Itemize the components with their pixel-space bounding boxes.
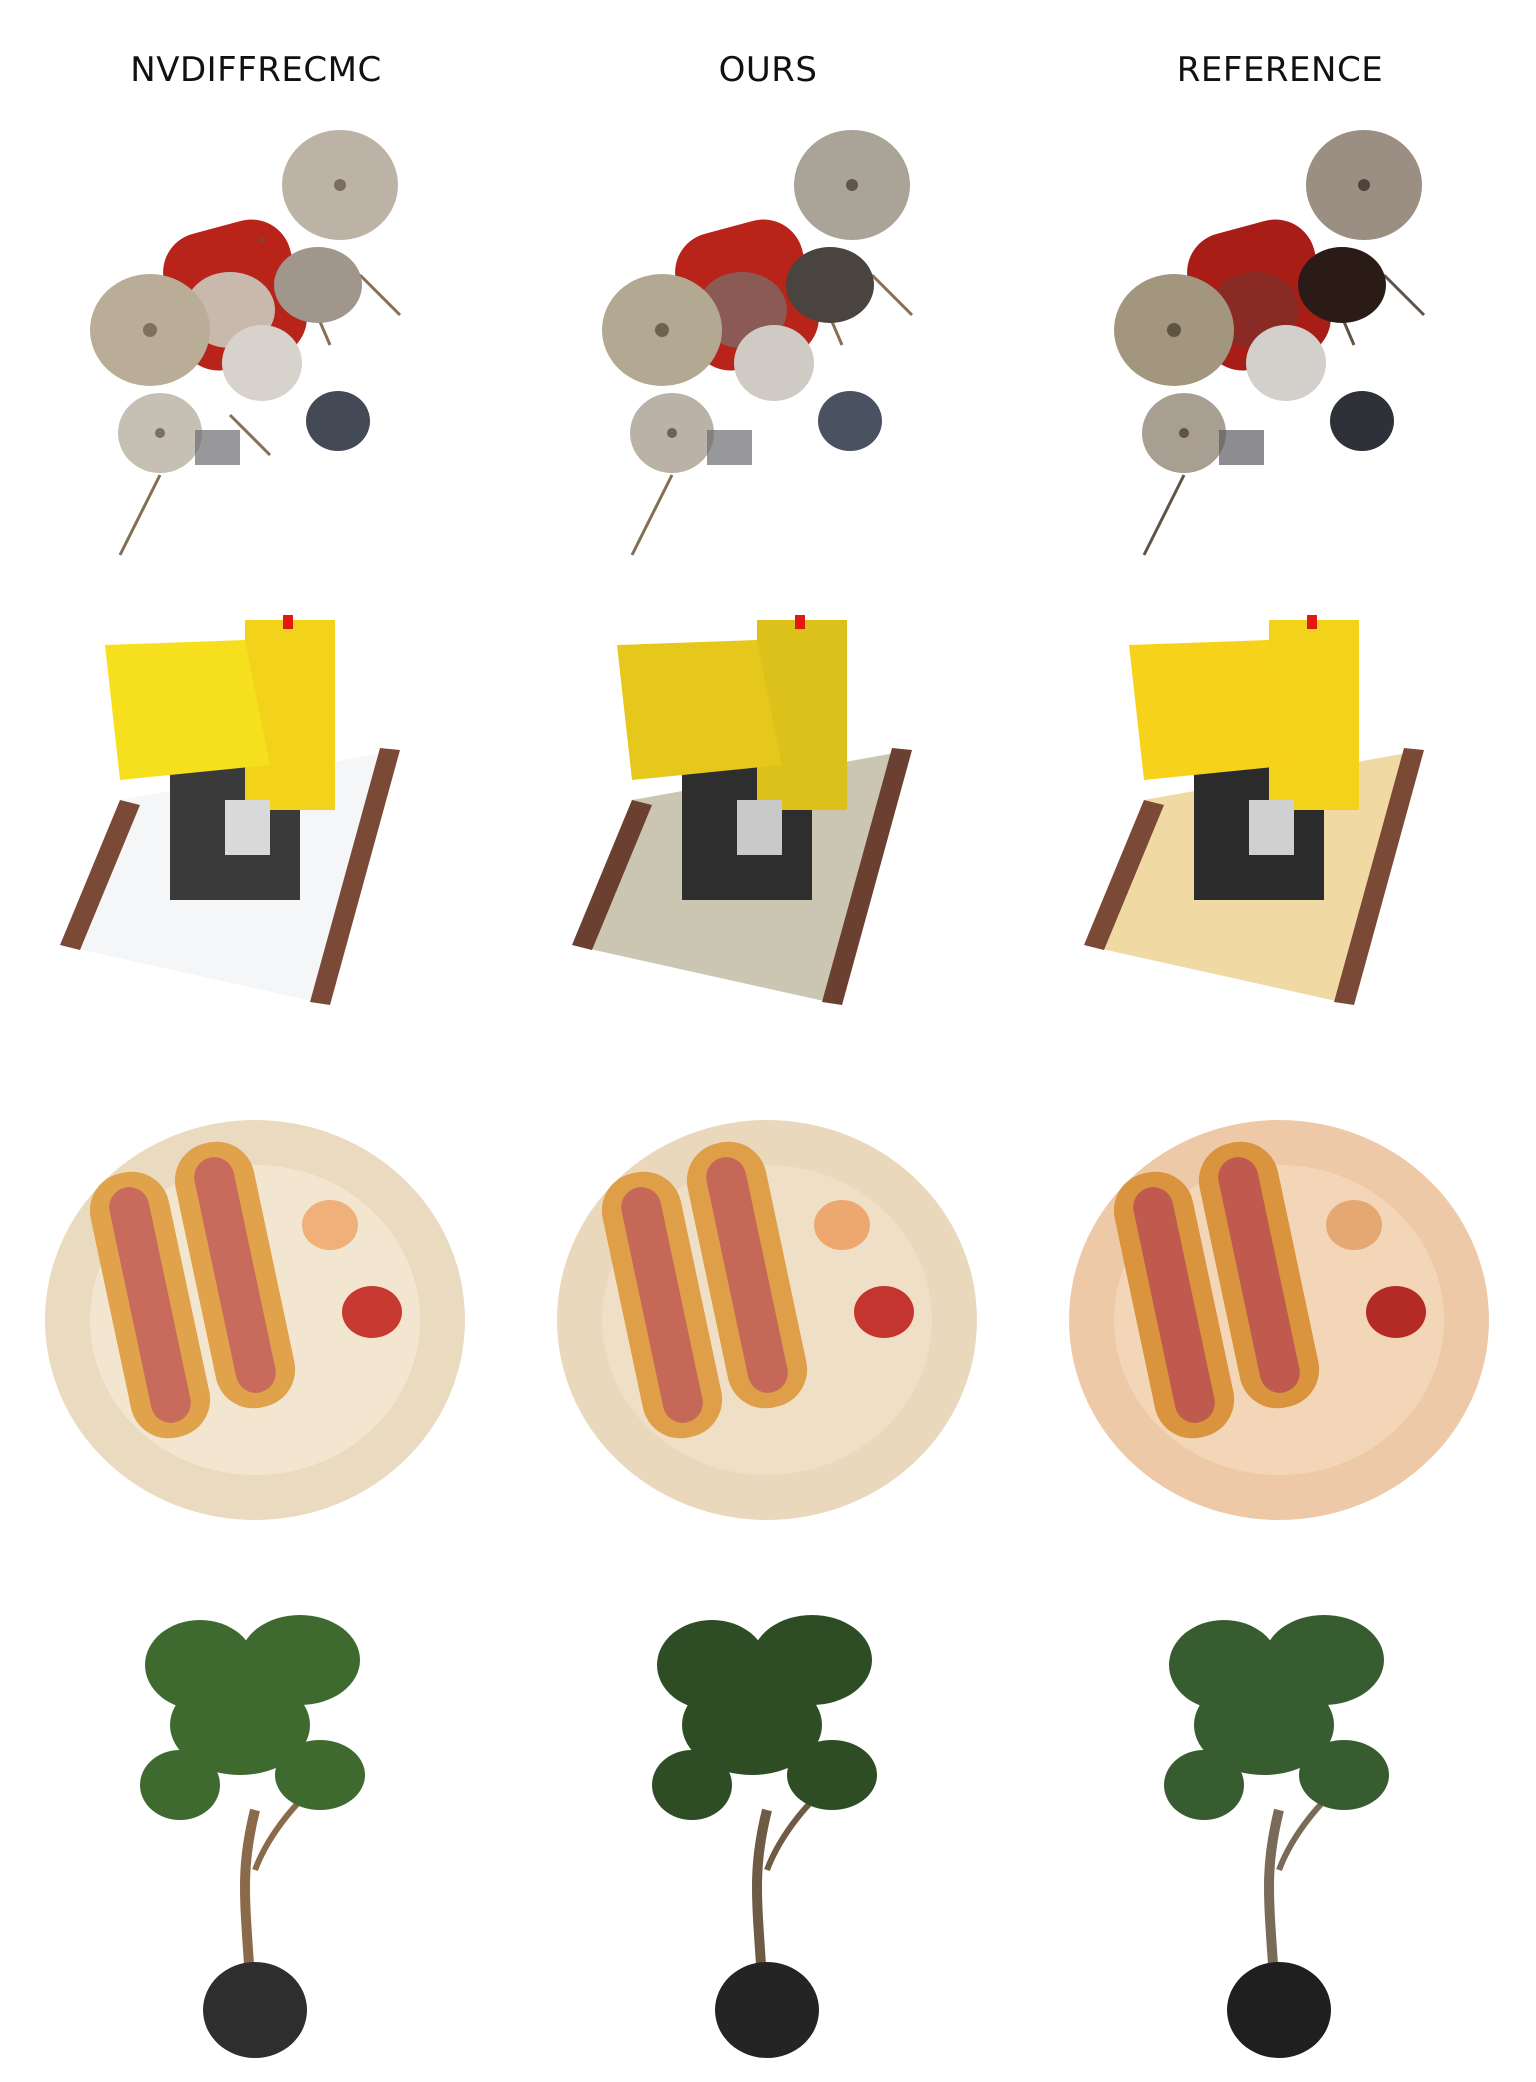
lego-ours-render xyxy=(512,600,1024,1112)
column-header-nvdiffrecmc: NVDIFFRECMC xyxy=(130,50,382,90)
drums-nvdiffrecmc-render xyxy=(0,115,512,627)
column-header-reference: REFERENCE xyxy=(1176,50,1384,90)
ficus-reference-render xyxy=(1024,1570,1536,2082)
hotdog-nvdiffrecmc-render xyxy=(0,1080,512,1592)
ficus-nvdiffrecmc-render xyxy=(0,1570,512,2082)
hotdog-ours-render xyxy=(512,1080,1024,1592)
ficus-ours-render xyxy=(512,1570,1024,2082)
lego-nvdiffrecmc-render xyxy=(0,600,512,1112)
drums-ours-render xyxy=(512,115,1024,627)
hotdog-reference-render xyxy=(1024,1080,1536,1592)
drums-reference-render xyxy=(1024,115,1536,627)
column-header-ours: OURS xyxy=(718,50,818,90)
lego-reference-render xyxy=(1024,600,1536,1112)
comparison-figure: NVDIFFRECMC OURS REFERENCE xyxy=(0,0,1536,2058)
